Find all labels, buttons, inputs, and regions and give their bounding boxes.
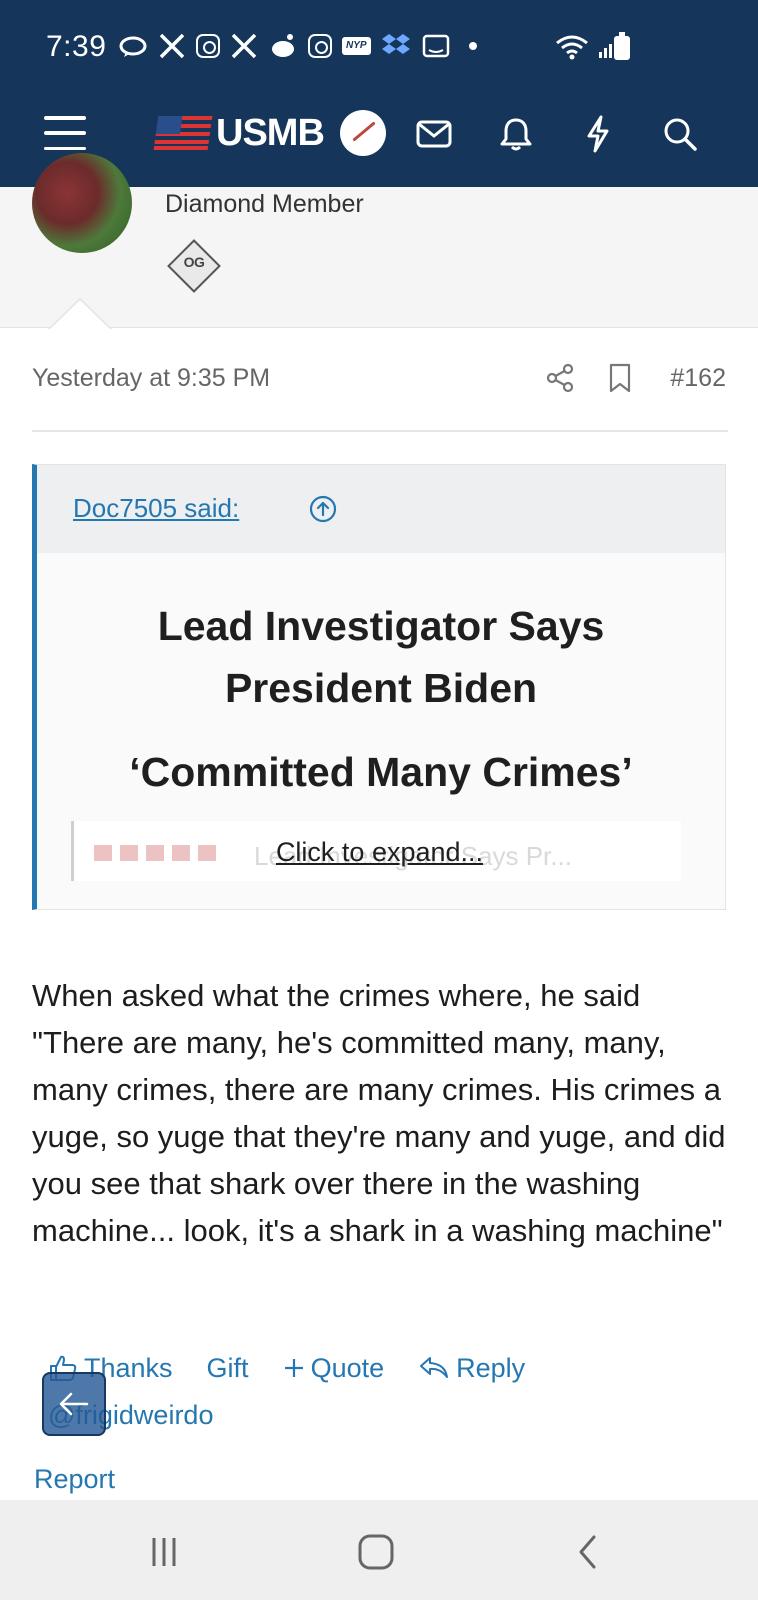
reply-button[interactable]: Reply (418, 1353, 525, 1384)
dot-icon (468, 42, 477, 50)
post-body-text: When asked what the crimes where, he sai… (32, 978, 726, 1248)
recent-apps-icon[interactable] (134, 1530, 194, 1574)
quote-button[interactable]: Quote (283, 1352, 385, 1384)
post-number[interactable]: #162 (670, 364, 726, 393)
post-meta: Yesterday at 9:35 PM #162 (32, 360, 726, 400)
site-logo[interactable]: USMB (153, 110, 386, 156)
logo-text: USMB (216, 111, 325, 154)
quote-body: Lead Investigator Says President Biden ‘… (37, 553, 725, 909)
mail-icon[interactable] (412, 112, 456, 156)
notification-icons: NYP (118, 32, 477, 60)
flag-icon (153, 116, 213, 150)
x-icon (158, 32, 186, 60)
reply-label: Reply (456, 1352, 526, 1383)
gift-button[interactable]: Gift (207, 1353, 249, 1384)
lightning-icon[interactable] (576, 112, 620, 156)
instagram-icon (196, 34, 220, 58)
arrow-left-icon (59, 1392, 89, 1416)
baseball-icon (339, 110, 386, 156)
nyp-icon: NYP (342, 37, 371, 55)
back-icon[interactable] (558, 1530, 618, 1574)
chat-bubble-icon (118, 34, 148, 58)
gift-label: Gift (206, 1352, 249, 1383)
quote-block: Doc7505 said: Lead Investigator Says Pre… (32, 464, 726, 910)
share-icon[interactable] (544, 362, 576, 394)
quote-label: Quote (310, 1352, 385, 1383)
reply-arrow-icon (418, 1355, 450, 1381)
system-icons (555, 34, 622, 60)
wifi-icon (555, 34, 589, 60)
post-actions: Thanks Gift Quote Reply (48, 1344, 728, 1392)
status-bar: 7:39 NYP (0, 0, 758, 90)
report-link[interactable]: Report (34, 1464, 115, 1495)
click-to-expand-link[interactable]: Click to expand... (74, 837, 681, 868)
amazon-icon (421, 32, 451, 60)
search-icon[interactable] (658, 112, 702, 156)
dropbox-icon (381, 32, 411, 60)
og-badge-icon: OG (165, 237, 223, 295)
bell-icon[interactable] (494, 112, 538, 156)
system-nav-bar (0, 1500, 758, 1600)
quote-headline-line-2: President Biden (224, 665, 538, 711)
divider (32, 430, 728, 432)
bookmark-icon[interactable] (604, 362, 636, 394)
expand-strip[interactable]: Lead Investigator Says Pr... Click to ex… (71, 821, 681, 881)
arrow-up-circle-icon[interactable] (309, 495, 337, 523)
x-icon (230, 32, 258, 60)
status-time: 7:39 (46, 30, 107, 63)
menu-icon[interactable] (44, 116, 86, 150)
badge-text: OG (183, 254, 205, 270)
post-timestamp[interactable]: Yesterday at 9:35 PM (32, 364, 270, 393)
quote-header: Doc7505 said: (37, 465, 725, 553)
instagram-icon (308, 34, 332, 58)
plus-icon (283, 1357, 305, 1379)
card-notch-fill (50, 300, 110, 329)
quote-headline-line-1: Lead Investigator Says (157, 603, 605, 649)
member-title: Diamond Member (165, 190, 364, 218)
battery-icon (614, 32, 630, 60)
back-arrow-button[interactable] (42, 1372, 106, 1436)
home-icon[interactable] (346, 1530, 406, 1574)
quote-headline-line-3: ‘Committed Many Crimes’ (129, 749, 633, 795)
avatar[interactable] (32, 153, 132, 253)
quote-author-link[interactable]: Doc7505 said: (73, 493, 239, 524)
reddit-icon (268, 32, 298, 60)
